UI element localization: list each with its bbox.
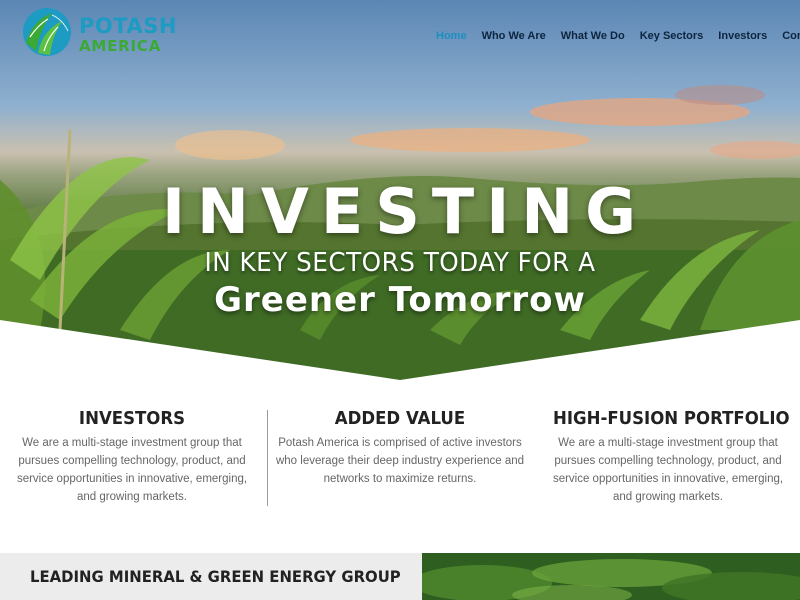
nav-home[interactable]: Home (436, 28, 467, 44)
nav-key-sectors[interactable]: Key Sectors (640, 28, 704, 44)
nav-what-we-do[interactable]: What We Do (561, 28, 625, 44)
crop-field-image (422, 553, 800, 600)
feature-title: HIGH-FUSION PORTFOLIO (553, 408, 790, 429)
leaf-globe-icon (23, 8, 71, 56)
feature-title: ADDED VALUE (334, 408, 466, 429)
section-title: LEADING MINERAL & GREEN ENERGY GROUP (30, 567, 401, 586)
main-nav: Home Who We Are What We Do Key Sectors I… (436, 28, 800, 44)
mineral-energy-section: LEADING MINERAL & GREEN ENERGY GROUP (0, 553, 422, 600)
feature-description: We are a multi-stage investment group th… (552, 437, 784, 503)
feature-high-fusion-portfolio: HIGH-FUSION PORTFOLIO We are a multi-sta… (543, 405, 793, 506)
feature-divider (267, 410, 268, 506)
logo-text-america: AMERICA (79, 37, 162, 55)
feature-added-value: ADDED VALUE Potash America is comprised … (275, 405, 525, 488)
nav-who-we-are[interactable]: Who We Are (482, 28, 546, 44)
feature-investors: INVESTORS We are a multi-stage investmen… (7, 405, 257, 506)
feature-description: Potash America is comprised of active in… (275, 437, 525, 485)
potash-america-logo[interactable]: POTASH AMERICA (22, 7, 176, 57)
nav-contact[interactable]: Contact (782, 28, 800, 44)
feature-title: INVESTORS (78, 408, 186, 429)
leaf-closeup-image (422, 553, 800, 600)
feature-description: We are a multi-stage investment group th… (16, 437, 248, 503)
logo-text-potash: POTASH (79, 14, 177, 38)
hero-bottom-divider (0, 320, 800, 390)
hero-subtitle: IN KEY SECTORS TODAY FOR A (204, 248, 596, 278)
features-row: INVESTORS We are a multi-stage investmen… (0, 405, 800, 515)
hero-title: INVESTING (161, 175, 649, 248)
nav-investors[interactable]: Investors (718, 28, 767, 44)
